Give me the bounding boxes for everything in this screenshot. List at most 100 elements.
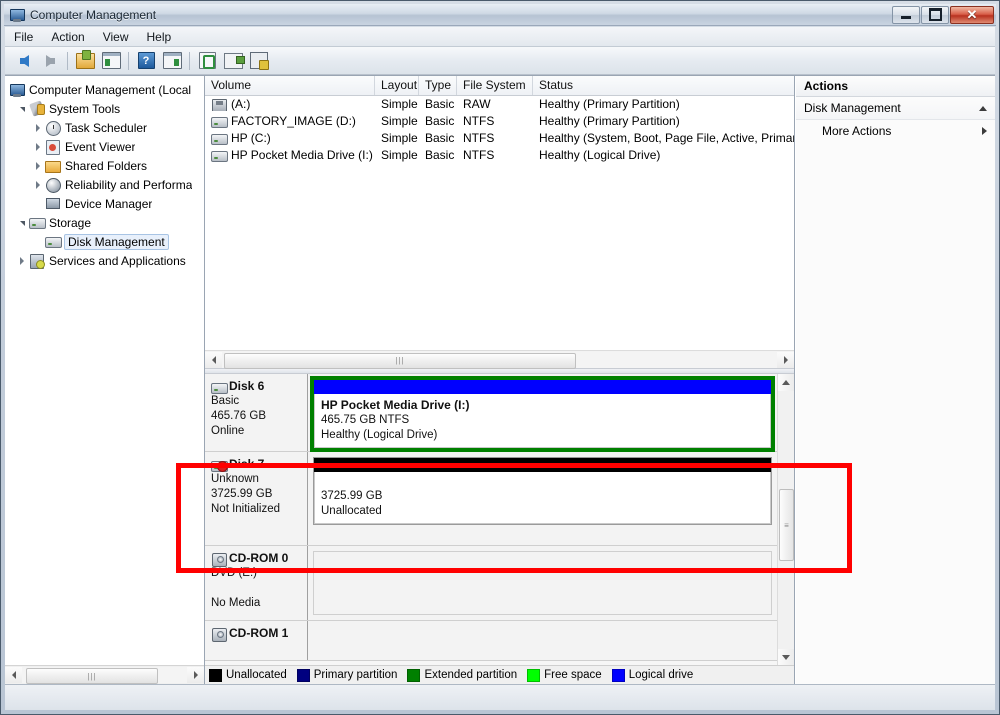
scroll-up-icon[interactable] [778, 374, 794, 391]
menu-help[interactable]: Help [138, 28, 181, 46]
legend-swatch [527, 668, 541, 682]
scroll-thumb[interactable]: ≡ [779, 489, 794, 561]
sidebar-item-disk-management[interactable]: Disk Management [5, 232, 204, 251]
menu-view[interactable]: View [94, 28, 138, 46]
action-more-actions[interactable]: More Actions [796, 120, 995, 142]
cdrom-empty-area [313, 551, 772, 615]
expander-collapsed-icon[interactable] [31, 161, 45, 170]
volume-list-rows: (A:) Simple Basic RAW Healthy (Primary P… [205, 95, 794, 368]
disk-info-cdrom-1: CD-ROM 1 [205, 621, 308, 660]
expander-collapsed-icon[interactable] [31, 123, 45, 132]
disk-label: Disk 7 [229, 457, 265, 471]
cell-status: Healthy (Primary Partition) [539, 113, 680, 128]
expander-expanded-icon[interactable] [15, 219, 29, 226]
show-console-tree-icon[interactable] [100, 50, 122, 72]
event-log-icon [45, 139, 61, 155]
disk-status: Not Initialized [211, 503, 281, 515]
disk-vertical-scrollbar[interactable]: ≡ [777, 374, 794, 666]
sidebar-item-label: Device Manager [65, 196, 153, 211]
disk-error-icon [211, 458, 228, 472]
sidebar-item-event-viewer[interactable]: Event Viewer [5, 137, 204, 156]
scroll-right-icon[interactable] [187, 667, 204, 683]
disk-info-disk-6: Disk 6 Basic 465.76 GB Online [205, 374, 308, 451]
partition-unallocated[interactable]: 3725.99 GB Unallocated [313, 457, 772, 525]
partition-hp-pocket-media-drive[interactable]: HP Pocket Media Drive (I:) 465.75 GB NTF… [310, 376, 775, 452]
show-action-pane-icon[interactable] [161, 50, 183, 72]
up-folder-icon[interactable] [74, 49, 96, 72]
expander-collapsed-icon[interactable] [31, 180, 45, 189]
sidebar-item-task-scheduler[interactable]: Task Scheduler [5, 118, 204, 137]
expander-collapsed-icon[interactable] [31, 142, 45, 151]
column-header-status[interactable]: Status [533, 76, 794, 95]
disk-row-cdrom-0[interactable]: CD-ROM 0 DVD (E:) No Media [205, 546, 778, 621]
disk-row-cdrom-1[interactable]: CD-ROM 1 [205, 621, 778, 661]
disk-row-disk-6[interactable]: Disk 6 Basic 465.76 GB Online HP Pocket … [205, 374, 778, 452]
scroll-thumb[interactable]: ||| [26, 668, 158, 684]
table-row[interactable]: FACTORY_IMAGE (D:) Simple Basic NTFS Hea… [205, 112, 794, 129]
sidebar-item-device-manager[interactable]: Device Manager [5, 194, 204, 213]
partition-status: Unallocated [321, 505, 382, 517]
sidebar-item-computer-management[interactable]: Computer Management (Local [5, 80, 204, 99]
disk-row-disk-7[interactable]: Disk 7 Unknown 3725.99 GB Not Initialize… [205, 452, 778, 546]
menu-bar: File Action View Help [5, 27, 995, 47]
partition-size: 3725.99 GB [321, 490, 383, 502]
scroll-left-icon[interactable] [5, 667, 22, 683]
menu-action[interactable]: Action [42, 28, 93, 46]
chevron-right-icon[interactable] [982, 127, 987, 135]
column-header-layout[interactable]: Layout [375, 76, 419, 95]
scroll-right-icon[interactable] [777, 351, 794, 368]
back-icon[interactable] [13, 50, 35, 72]
volume-list-horizontal-scrollbar[interactable]: ||| [205, 350, 794, 369]
cell-layout: Simple [381, 96, 418, 111]
scroll-thumb[interactable]: ||| [224, 352, 576, 369]
help-icon[interactable]: ? [135, 50, 157, 72]
table-row[interactable]: HP (C:) Simple Basic NTFS Healthy (Syste… [205, 129, 794, 146]
partition-name: HP Pocket Media Drive (I:) [321, 398, 470, 412]
disk-label: CD-ROM 0 [229, 551, 289, 565]
scroll-down-icon[interactable] [778, 649, 794, 666]
expander-collapsed-icon[interactable] [15, 256, 29, 265]
disk-management-icon [45, 234, 62, 250]
export-list-icon[interactable] [222, 50, 245, 72]
forward-icon[interactable] [39, 50, 61, 72]
column-header-file-system[interactable]: File System [457, 76, 533, 95]
column-header-type[interactable]: Type [419, 76, 457, 95]
legend-label: Primary partition [313, 669, 398, 681]
sidebar-item-system-tools[interactable]: System Tools [5, 99, 204, 118]
cell-file-system: RAW [463, 96, 491, 111]
close-button[interactable]: ✕ [950, 5, 994, 24]
properties-icon[interactable] [248, 50, 270, 72]
cell-type: Basic [425, 96, 455, 111]
chevron-up-icon[interactable] [979, 105, 987, 111]
scroll-track[interactable]: ||| [22, 667, 187, 684]
sidebar-item-services-applications[interactable]: Services and Applications [5, 251, 204, 270]
column-header-volume[interactable]: Volume [205, 76, 375, 95]
tree-horizontal-scrollbar[interactable]: ||| [5, 665, 204, 684]
disk-type: Basic [211, 395, 240, 407]
close-icon: ✕ [966, 7, 978, 22]
actions-group-disk-management[interactable]: Disk Management [796, 97, 995, 120]
refresh-icon[interactable] [196, 50, 218, 72]
table-row[interactable]: (A:) Simple Basic RAW Healthy (Primary P… [205, 95, 794, 112]
sidebar-item-reliability-performance[interactable]: Reliability and Performa [5, 175, 204, 194]
expander-expanded-icon[interactable] [15, 105, 29, 112]
minimize-button[interactable] [892, 5, 920, 24]
cdrom-letter: DVD (E:) [211, 567, 257, 579]
cell-volume: HP (C:) [231, 130, 271, 145]
maximize-button[interactable] [921, 5, 949, 24]
disk-scroll-port: Disk 6 Basic 465.76 GB Online HP Pocket … [205, 374, 778, 666]
cdrom-icon [211, 627, 227, 642]
sidebar-item-shared-folders[interactable]: Shared Folders [5, 156, 204, 175]
cell-status: Healthy (Primary Partition) [539, 96, 680, 111]
console-tree-pane: Computer Management (Local System Tools … [5, 76, 205, 684]
legend-label: Extended partition [424, 669, 518, 681]
legend-item-unallocated: Unallocated [209, 668, 287, 682]
scroll-track[interactable]: ||| [222, 351, 777, 369]
menu-file[interactable]: File [5, 28, 42, 46]
sidebar-item-storage[interactable]: Storage [5, 213, 204, 232]
table-row[interactable]: HP Pocket Media Drive (I:) Simple Basic … [205, 146, 794, 163]
toolbar-separator [128, 51, 129, 70]
action-label: More Actions [822, 124, 892, 138]
scroll-left-icon[interactable] [205, 351, 222, 368]
cell-layout: Simple [381, 113, 418, 128]
